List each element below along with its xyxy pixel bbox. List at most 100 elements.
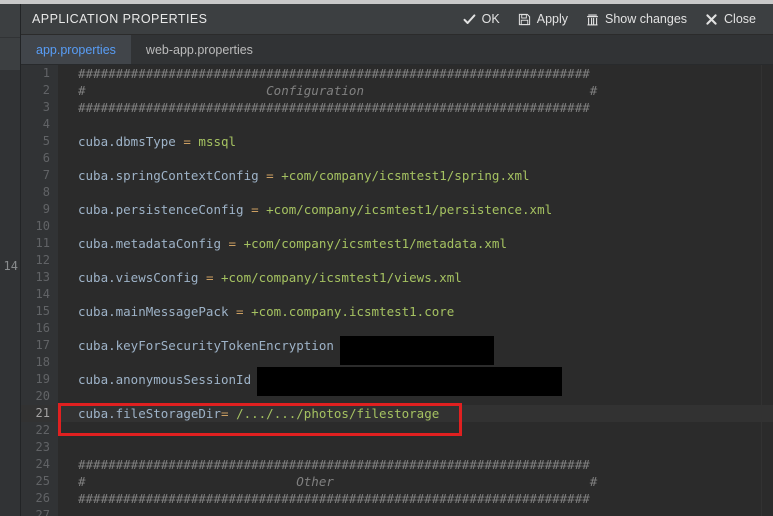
code-line[interactable]: 2 # Configuration # [21, 82, 773, 99]
line-number: 9 [42, 202, 50, 216]
code-line[interactable]: 25 # Other # [21, 473, 773, 490]
line-number: 17 [35, 338, 50, 352]
code-line-text: cuba.mainMessagePack = +com.company.icsm… [58, 303, 454, 320]
code-line[interactable]: 13 cuba.viewsConfig = +com/company/icsmte… [21, 269, 773, 286]
code-token-eq: = [183, 134, 199, 149]
code-line[interactable]: 11 cuba.metadataConfig = +com/company/ics… [21, 235, 773, 252]
code-line[interactable]: 27 [21, 507, 773, 516]
background-sliver-segment-top [0, 4, 21, 37]
line-number: 23 [35, 440, 50, 454]
code-line[interactable]: 9 cuba.persistenceConfig = +com/company/i… [21, 201, 773, 218]
code-line[interactable]: 16 [21, 320, 773, 337]
code-token-k: cuba.metadataConfig [78, 236, 229, 251]
editor-code-area[interactable]: 1 #######################################… [21, 65, 773, 516]
code-token-cm: # [78, 83, 86, 98]
background-sliver-segment-second [0, 38, 21, 70]
line-number: 14 [35, 287, 50, 301]
code-token-v: +com/company/icsmtest1/views.xml [221, 270, 462, 285]
code-line-text: cuba.viewsConfig = +com/company/icsmtest… [58, 269, 462, 286]
check-icon [463, 13, 476, 26]
code-line[interactable]: 8 [21, 184, 773, 201]
tab-app-properties[interactable]: app.properties [21, 35, 131, 64]
code-line[interactable]: 15 cuba.mainMessagePack = +com.company.ic… [21, 303, 773, 320]
line-number: 16 [35, 321, 50, 335]
code-line-text: cuba.anonymousSessionId = [58, 371, 266, 388]
line-number: 18 [35, 355, 50, 369]
background-editor-sliver: 14 [0, 4, 21, 516]
code-token-v: mssql [198, 134, 237, 149]
code-line[interactable]: 6 [21, 150, 773, 167]
line-number: 26 [35, 491, 50, 505]
code-token-k: cuba.viewsConfig [78, 270, 206, 285]
line-number: 21 [35, 406, 50, 420]
line-number: 6 [42, 151, 50, 165]
apply-button[interactable]: Apply [509, 9, 577, 29]
line-number: 12 [35, 253, 50, 267]
line-number: 8 [42, 185, 50, 199]
code-line-text: cuba.fileStorageDir= /.../.../photos/fil… [58, 405, 439, 422]
apply-button-label: Apply [536, 12, 569, 26]
tab-web-app-properties[interactable]: web-app.properties [131, 35, 268, 64]
code-token-cm: ########################################… [78, 66, 590, 81]
code-token-k: cuba.keyForSecurityTokenEncryption [78, 338, 342, 353]
properties-dialog: APPLICATION PROPERTIES OK Apply Show cha… [21, 4, 773, 516]
code-token-cm: # [589, 474, 598, 489]
code-token-v: /.../.../photos/filestorage [236, 406, 440, 421]
code-line[interactable]: 7 cuba.springContextConfig = +com/company… [21, 167, 773, 184]
code-token-cmi: Other [85, 474, 590, 489]
code-line[interactable]: 22 [21, 422, 773, 439]
code-line[interactable]: 1 #######################################… [21, 65, 773, 82]
code-line[interactable]: 12 [21, 252, 773, 269]
line-number: 22 [35, 423, 50, 437]
code-line-highlighted[interactable]: 21 cuba.fileStorageDir= /.../.../photos/f… [21, 405, 773, 422]
code-token-k: cuba.dbmsType [78, 134, 184, 149]
save-disk-icon [518, 13, 531, 26]
code-line[interactable]: 4 [21, 116, 773, 133]
code-token-eq: = [236, 304, 252, 319]
line-number: 11 [35, 236, 50, 250]
code-token-k: cuba.mainMessagePack [78, 304, 237, 319]
code-line-text: ########################################… [58, 99, 590, 116]
ok-button[interactable]: OK [454, 9, 509, 29]
code-token-v: +com/company/icsmtest1/persistence.xml [266, 202, 553, 217]
tab-web-app-properties-label: web-app.properties [145, 42, 253, 57]
code-token-v: +com/company/icsmtest1/spring.xml [281, 168, 530, 183]
line-number: 20 [35, 389, 50, 403]
code-line[interactable]: 26 ######################################… [21, 490, 773, 507]
code-line-text: cuba.metadataConfig = +com/company/icsmt… [58, 235, 507, 252]
code-token-eq: = [221, 406, 237, 421]
code-token-eq: = [251, 202, 267, 217]
code-token-cm: ########################################… [78, 100, 590, 115]
code-line-text: cuba.springContextConfig = +com/company/… [58, 167, 530, 184]
code-line[interactable]: 24 ######################################… [21, 456, 773, 473]
application-properties-window: 14 APPLICATION PROPERTIES OK Apply Show … [0, 0, 773, 516]
code-line-text: # Configuration # [58, 82, 597, 99]
code-token-cm: # [589, 83, 598, 98]
code-token-k: cuba.anonymousSessionId [78, 372, 259, 387]
line-number: 1 [42, 66, 50, 80]
line-number: 2 [42, 83, 50, 97]
background-line-number: 14 [3, 259, 18, 273]
code-line-text: ########################################… [58, 490, 590, 507]
line-number: 15 [35, 304, 50, 318]
code-line-text: # Other # [58, 473, 597, 490]
code-line[interactable]: 23 [21, 439, 773, 456]
close-button[interactable]: Close [696, 9, 765, 29]
code-line[interactable]: 14 [21, 286, 773, 303]
code-line[interactable]: 5 cuba.dbmsType = mssql [21, 133, 773, 150]
code-token-k: cuba.fileStorageDir [78, 406, 221, 421]
show-changes-button[interactable]: Show changes [577, 9, 696, 29]
properties-editor[interactable]: 1 #######################################… [21, 65, 773, 516]
file-tab-bar: app.properties web-app.properties [21, 35, 773, 65]
line-number: 13 [35, 270, 50, 284]
code-token-k: cuba.persistenceConfig [78, 202, 252, 217]
code-line[interactable]: 3 #######################################… [21, 99, 773, 116]
code-token-cmi: Configuration [85, 83, 590, 98]
code-token-eq: = [228, 236, 244, 251]
code-token-eq: = [205, 270, 221, 285]
code-line[interactable]: 10 [21, 218, 773, 235]
code-token-cm: ########################################… [78, 491, 590, 506]
code-token-v: +com/company/icsmtest1/metadata.xml [243, 236, 507, 251]
redacted-security-token-value [340, 336, 494, 365]
ok-button-label: OK [481, 12, 500, 26]
